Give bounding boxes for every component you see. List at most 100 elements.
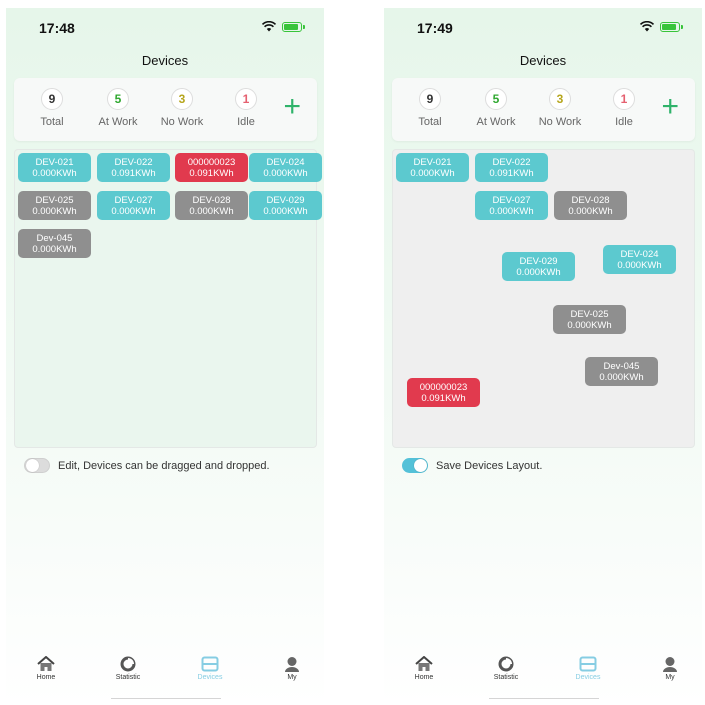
stat-at-work[interactable]: 5 At Work <box>88 88 148 128</box>
statistic-icon <box>498 656 514 672</box>
phone-screen-save-mode: 17:49 Devices 9 Total 5 At Work 3 No Wor… <box>384 8 702 705</box>
device-chip[interactable]: DEV-022 0.091KWh <box>97 153 170 182</box>
stat-idle[interactable]: 1 Idle <box>216 88 276 128</box>
device-name: Dev-045 <box>36 232 73 244</box>
device-name: 000000023 <box>419 381 468 393</box>
device-energy: 0.000KWh <box>617 259 662 271</box>
edit-toggle-label: Edit, Devices can be dragged and dropped… <box>58 459 270 472</box>
tab-statistic[interactable]: Statistic <box>476 656 536 681</box>
home-icon <box>37 656 55 671</box>
battery-icon <box>660 21 683 32</box>
device-name: DEV-029 <box>266 194 305 206</box>
device-chip[interactable]: DEV-022 0.091KWh <box>475 153 548 182</box>
stat-value: 9 <box>419 88 441 110</box>
device-energy: 0.000KWh <box>189 205 234 217</box>
stat-total[interactable]: 9 Total <box>400 88 460 128</box>
stat-at-work[interactable]: 5 At Work <box>466 88 526 128</box>
stat-idle[interactable]: 1 Idle <box>594 88 654 128</box>
stat-value: 5 <box>107 88 129 110</box>
tab-label: My <box>287 674 297 681</box>
stat-value: 1 <box>235 88 257 110</box>
stat-label: At Work <box>476 116 516 128</box>
device-chip[interactable]: Dev-045 0.000KWh <box>585 357 658 386</box>
device-energy: 0.000KWh <box>599 371 644 383</box>
edit-toggle[interactable] <box>24 458 50 473</box>
stat-total[interactable]: 9 Total <box>22 88 82 128</box>
home-indicator <box>111 698 221 699</box>
stat-value: 3 <box>171 88 193 110</box>
tab-home[interactable]: Home <box>394 656 454 681</box>
stat-value: 1 <box>613 88 635 110</box>
tab-my[interactable]: My <box>262 656 322 681</box>
status-icons <box>640 21 683 32</box>
stat-value: 5 <box>485 88 507 110</box>
device-name: Dev-045 <box>603 360 640 372</box>
device-chip[interactable]: DEV-024 0.000KWh <box>603 245 676 274</box>
device-chip[interactable]: DEV-025 0.000KWh <box>18 191 91 220</box>
device-energy: 0.091KWh <box>111 167 156 179</box>
device-chip[interactable]: DEV-028 0.000KWh <box>175 191 248 220</box>
device-name: DEV-029 <box>519 255 558 267</box>
tab-statistic[interactable]: Statistic <box>98 656 158 681</box>
user-icon <box>663 657 677 672</box>
device-chip[interactable]: DEV-027 0.000KWh <box>475 191 548 220</box>
add-device-button[interactable]: + <box>283 92 301 122</box>
device-energy: 0.000KWh <box>32 167 77 179</box>
tab-bar: Home Statistic Devices My <box>384 656 702 696</box>
device-name: DEV-025 <box>570 308 609 320</box>
tab-label: My <box>665 674 675 681</box>
device-chip[interactable]: DEV-024 0.000KWh <box>249 153 322 182</box>
device-chip[interactable]: DEV-029 0.000KWh <box>249 191 322 220</box>
user-icon <box>285 657 299 672</box>
stat-label: Total <box>40 116 64 128</box>
device-name: 000000023 <box>187 156 236 168</box>
tab-label: Devices <box>575 674 601 681</box>
device-chip[interactable]: DEV-027 0.000KWh <box>97 191 170 220</box>
status-time: 17:49 <box>417 20 453 36</box>
page-title: Devices <box>141 53 189 68</box>
page-title: Devices <box>519 53 567 68</box>
save-layout-toggle[interactable] <box>402 458 428 473</box>
tab-devices[interactable]: Devices <box>558 656 618 681</box>
device-chip[interactable]: DEV-021 0.000KWh <box>396 153 469 182</box>
tab-label: Home <box>36 674 56 681</box>
device-chip[interactable]: DEV-025 0.000KWh <box>553 305 626 334</box>
stat-label: Total <box>418 116 442 128</box>
stat-label: No Work <box>538 116 582 128</box>
device-name: DEV-021 <box>413 156 452 168</box>
tab-home[interactable]: Home <box>16 656 76 681</box>
devices-canvas: DEV-021 0.000KWh DEV-022 0.091KWh 000000… <box>14 149 322 448</box>
device-energy: 0.091KWh <box>489 167 534 179</box>
device-chip[interactable]: DEV-021 0.000KWh <box>18 153 91 182</box>
device-chip[interactable]: 000000023 0.091KWh <box>407 378 480 407</box>
device-energy: 0.000KWh <box>516 266 561 278</box>
tab-label: Statistic <box>115 674 141 681</box>
add-device-button[interactable]: + <box>661 92 679 122</box>
device-chip[interactable]: DEV-028 0.000KWh <box>554 191 627 220</box>
device-energy: 0.000KWh <box>489 205 534 217</box>
wifi-icon <box>262 21 276 32</box>
devices-icon <box>579 656 597 672</box>
stat-no-work[interactable]: 3 No Work <box>530 88 590 128</box>
devices-canvas: DEV-021 0.000KWh DEV-022 0.091KWh DEV-02… <box>392 149 695 448</box>
device-name: DEV-027 <box>492 194 531 206</box>
stat-no-work[interactable]: 3 No Work <box>152 88 212 128</box>
status-time: 17:48 <box>39 20 75 36</box>
save-layout-label: Save Devices Layout. <box>436 459 543 472</box>
tab-label: Statistic <box>493 674 519 681</box>
stats-panel: 9 Total 5 At Work 3 No Work 1 Idle + <box>392 78 695 141</box>
tab-devices[interactable]: Devices <box>180 656 240 681</box>
device-energy: 0.000KWh <box>567 319 612 331</box>
tab-my[interactable]: My <box>640 656 700 681</box>
device-energy: 0.091KWh <box>189 167 234 179</box>
device-chip[interactable]: Dev-045 0.000KWh <box>18 229 91 258</box>
devices-icon <box>201 656 219 672</box>
device-energy: 0.000KWh <box>263 167 308 179</box>
edit-toggle-row: Edit, Devices can be dragged and dropped… <box>24 458 270 473</box>
device-energy: 0.091KWh <box>421 392 466 404</box>
device-energy: 0.000KWh <box>32 205 77 217</box>
device-name: DEV-021 <box>35 156 74 168</box>
device-chip[interactable]: DEV-029 0.000KWh <box>502 252 575 281</box>
tab-bar: Home Statistic Devices My <box>6 656 324 696</box>
device-chip[interactable]: 000000023 0.091KWh <box>175 153 248 182</box>
